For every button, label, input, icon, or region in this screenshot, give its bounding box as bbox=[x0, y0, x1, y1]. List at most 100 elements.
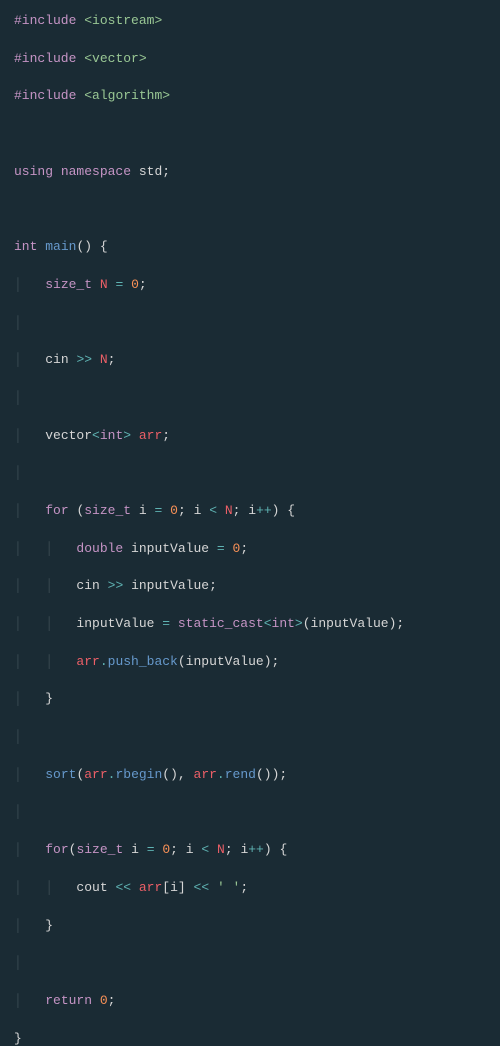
brace: } bbox=[45, 691, 53, 706]
code-line: │ } bbox=[14, 917, 486, 936]
variable: inputValue bbox=[311, 616, 389, 631]
variable: arr bbox=[84, 767, 107, 782]
type: double bbox=[76, 541, 123, 556]
variable: N bbox=[100, 277, 108, 292]
identifier: cout bbox=[76, 880, 107, 895]
code-line: #include <algorithm> bbox=[14, 87, 486, 106]
operator: = bbox=[147, 842, 155, 857]
variable: N bbox=[225, 503, 233, 518]
punct: ( bbox=[303, 616, 311, 631]
code-line: #include <iostream> bbox=[14, 12, 486, 31]
punct: () bbox=[162, 767, 178, 782]
keyword: for bbox=[45, 842, 68, 857]
punct: ] bbox=[178, 880, 186, 895]
number: 0 bbox=[170, 503, 178, 518]
punct: ) bbox=[272, 767, 280, 782]
preprocessor: #include bbox=[14, 51, 76, 66]
number: 0 bbox=[233, 541, 241, 556]
function-name: rend bbox=[225, 767, 256, 782]
operator: << bbox=[194, 880, 210, 895]
type: int bbox=[272, 616, 295, 631]
operator: = bbox=[162, 616, 170, 631]
punct: ( bbox=[178, 654, 186, 669]
variable: inputValue bbox=[131, 541, 209, 556]
keyword: for bbox=[45, 503, 68, 518]
brace: { bbox=[279, 503, 295, 518]
code-line: │ } bbox=[14, 690, 486, 709]
operator: >> bbox=[76, 352, 92, 367]
punct: ; bbox=[209, 578, 217, 593]
variable: arr bbox=[139, 428, 162, 443]
punct: () bbox=[76, 239, 92, 254]
brace: { bbox=[92, 239, 108, 254]
identifier: cin bbox=[76, 578, 99, 593]
code-line: │ sort(arr.rbegin(), arr.rend()); bbox=[14, 766, 486, 785]
punct: ; bbox=[108, 993, 116, 1008]
punct: ; bbox=[178, 503, 186, 518]
punct: ) bbox=[264, 654, 272, 669]
number: 0 bbox=[162, 842, 170, 857]
type: size_t bbox=[45, 277, 92, 292]
operator: >> bbox=[108, 578, 124, 593]
operator: . bbox=[108, 767, 116, 782]
code-line: │ bbox=[14, 728, 486, 747]
preprocessor: #include bbox=[14, 88, 76, 103]
punct: ; bbox=[139, 277, 147, 292]
punct: ( bbox=[69, 842, 77, 857]
code-line: } bbox=[14, 1030, 486, 1046]
function-name: push_back bbox=[108, 654, 178, 669]
keyword: static_cast bbox=[178, 616, 264, 631]
operator: < bbox=[264, 616, 272, 631]
code-line: │ cin >> N; bbox=[14, 351, 486, 370]
operator: = bbox=[115, 277, 123, 292]
variable: inputValue bbox=[76, 616, 154, 631]
code-line: │ bbox=[14, 803, 486, 822]
type: int bbox=[14, 239, 37, 254]
punct: ) bbox=[389, 616, 397, 631]
operator: > bbox=[123, 428, 131, 443]
variable: i bbox=[131, 842, 139, 857]
punct: ; bbox=[272, 654, 280, 669]
operator: < bbox=[209, 503, 217, 518]
operator: > bbox=[295, 616, 303, 631]
variable: inputValue bbox=[186, 654, 264, 669]
number: 0 bbox=[100, 993, 108, 1008]
punct: () bbox=[256, 767, 272, 782]
string: ' ' bbox=[217, 880, 240, 895]
variable: N bbox=[217, 842, 225, 857]
brace: } bbox=[45, 918, 53, 933]
code-line: │ │ double inputValue = 0; bbox=[14, 540, 486, 559]
include-header: <iostream> bbox=[84, 13, 162, 28]
operator: . bbox=[217, 767, 225, 782]
operator: = bbox=[217, 541, 225, 556]
punct: ; bbox=[240, 541, 248, 556]
code-line: │ for (size_t i = 0; i < N; i++) { bbox=[14, 502, 486, 521]
code-line bbox=[14, 200, 486, 219]
punct: ; bbox=[240, 880, 248, 895]
code-line bbox=[14, 125, 486, 144]
type: int bbox=[100, 428, 123, 443]
include-header: <algorithm> bbox=[84, 88, 170, 103]
brace: { bbox=[272, 842, 288, 857]
punct: ; bbox=[225, 842, 233, 857]
preprocessor: #include bbox=[14, 13, 76, 28]
type: vector bbox=[45, 428, 92, 443]
punct: ; bbox=[162, 164, 170, 179]
variable: i bbox=[186, 842, 194, 857]
include-header: <vector> bbox=[84, 51, 146, 66]
code-line: │ bbox=[14, 389, 486, 408]
function-name: sort bbox=[45, 767, 76, 782]
number: 0 bbox=[131, 277, 139, 292]
operator: < bbox=[92, 428, 100, 443]
code-line: │ size_t N = 0; bbox=[14, 276, 486, 295]
variable: inputValue bbox=[131, 578, 209, 593]
variable: N bbox=[100, 352, 108, 367]
keyword: namespace bbox=[61, 164, 131, 179]
type: size_t bbox=[84, 503, 131, 518]
punct: ; bbox=[108, 352, 116, 367]
punct: ; bbox=[396, 616, 404, 631]
punct: ; bbox=[170, 842, 178, 857]
variable: i bbox=[240, 842, 248, 857]
punct: , bbox=[178, 767, 186, 782]
keyword: using bbox=[14, 164, 53, 179]
